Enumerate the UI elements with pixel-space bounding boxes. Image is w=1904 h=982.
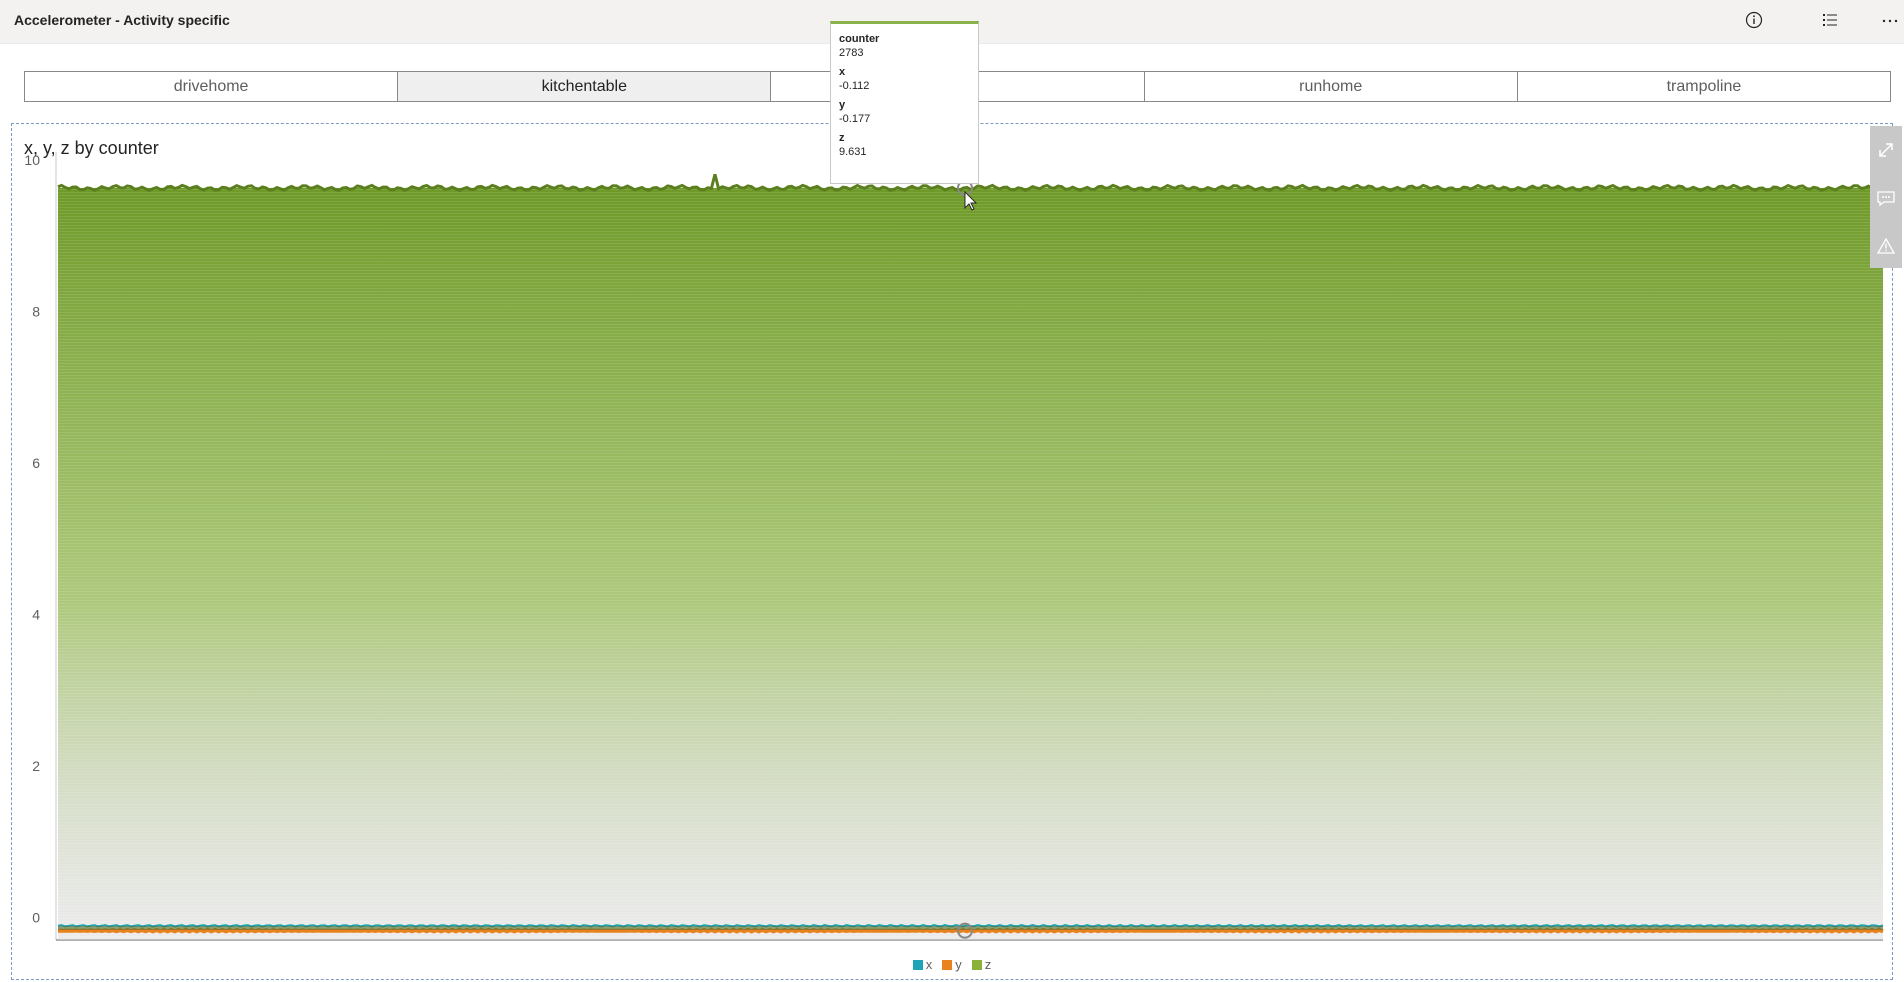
legend-item-x[interactable]: x: [912, 957, 933, 972]
tooltip-value: 9.631: [839, 146, 867, 158]
tooltip-value: -0.177: [839, 113, 871, 125]
tooltip-row-y: y -0.177: [839, 98, 970, 126]
y-tick-label: 4: [32, 606, 40, 622]
comment-icon[interactable]: [1874, 186, 1898, 210]
legend-swatch: [971, 959, 982, 970]
y-tick-label: 2: [32, 758, 40, 774]
tooltip-label: z: [839, 132, 845, 144]
legend-label: z: [984, 957, 992, 972]
warning-icon[interactable]: [1874, 234, 1898, 258]
tooltip-row-z: z 9.631: [839, 131, 970, 159]
y-tick-label: 8: [32, 303, 40, 319]
y-tick-label: 10: [24, 152, 40, 168]
series-y-line: [58, 927, 1884, 934]
focus-mode-icon[interactable]: [1874, 138, 1898, 162]
chart-legend: x y z: [0, 957, 1904, 972]
tooltip-label: y: [839, 99, 846, 111]
legend-label: x: [925, 957, 933, 972]
y-tick-label: 6: [32, 455, 40, 471]
tooltip-row-x: x -0.112: [839, 65, 970, 93]
legend-item-y[interactable]: y: [942, 957, 962, 972]
legend-swatch: [912, 959, 923, 970]
chart-tooltip: counter 2783 x -0.112 y -0.177 z 9.631: [830, 21, 979, 184]
legend-label: y: [955, 957, 962, 972]
tooltip-label: x: [839, 66, 846, 78]
legend-swatch: [942, 959, 953, 970]
legend-item-z[interactable]: z: [971, 957, 992, 972]
visual-side-toolbar: [1870, 126, 1902, 268]
tooltip-label: counter: [839, 33, 880, 45]
series-z-area-texture: [58, 187, 1883, 940]
y-tick-label: 0: [32, 909, 40, 925]
tooltip-row-counter: counter 2783: [839, 32, 970, 60]
tooltip-value: 2783: [839, 47, 864, 59]
tooltip-value: -0.112: [839, 80, 870, 92]
